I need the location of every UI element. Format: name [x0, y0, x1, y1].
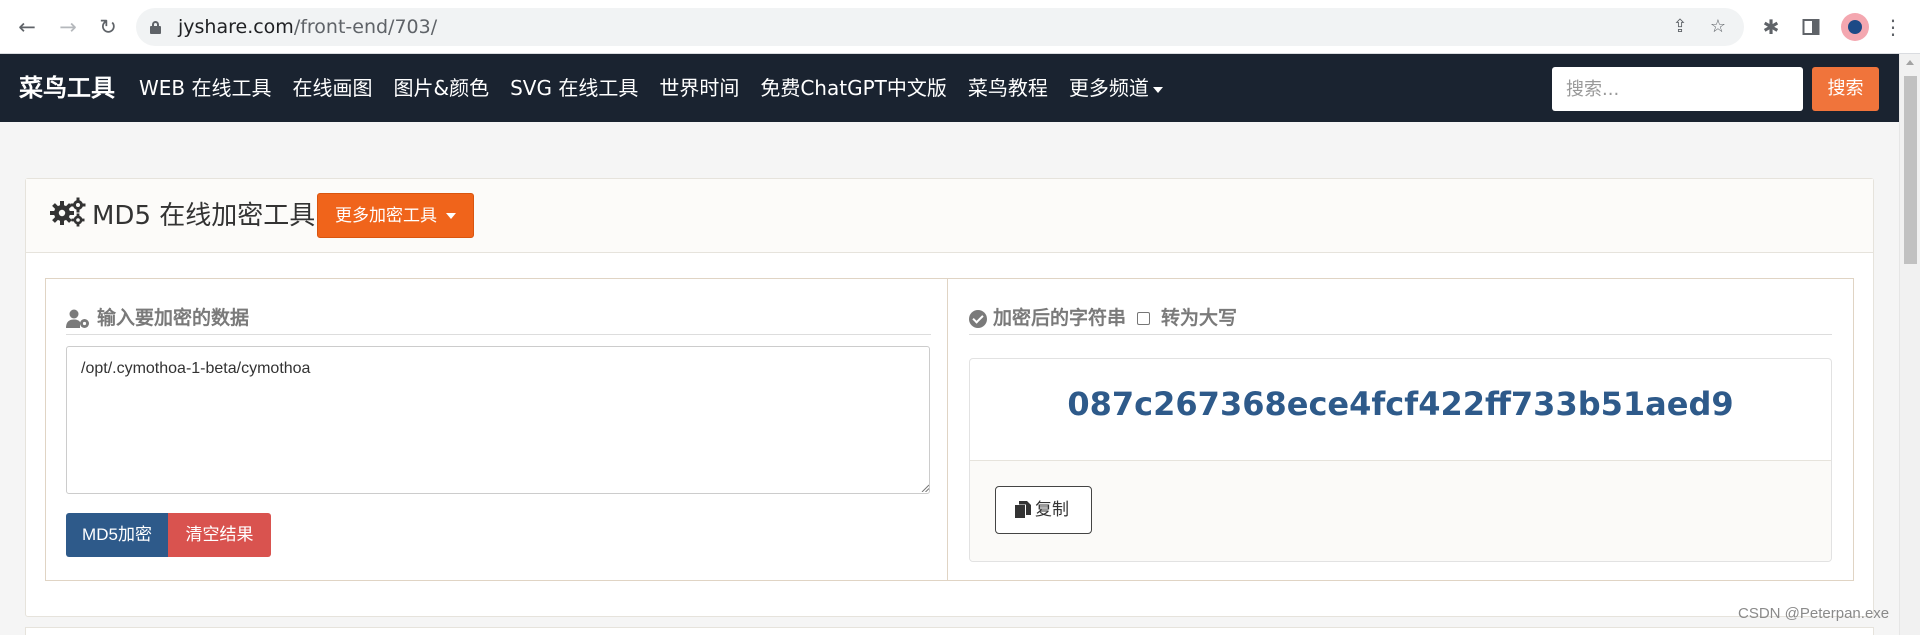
uppercase-label[interactable]: 转为大写 — [1161, 301, 1237, 335]
nav-links: WEB 在线工具 在线画图 图片&颜色 SVG 在线工具 世界时间 免费Chat… — [139, 54, 1184, 122]
uppercase-checkbox[interactable] — [1137, 312, 1150, 325]
nav-link-drawing[interactable]: 在线画图 — [293, 54, 373, 122]
more-channels-label: 更多频道 — [1068, 76, 1149, 100]
next-panel-edge — [25, 627, 1874, 635]
input-column: 输入要加密的数据 /opt/.cymothoa-1-beta/cymothoa … — [46, 279, 948, 580]
browser-menu-icon[interactable]: ⋮ — [1880, 14, 1906, 40]
site-search-input[interactable] — [1552, 67, 1803, 111]
nav-link-chatgpt[interactable]: 免费ChatGPT中文版 — [760, 54, 947, 122]
output-heading-label: 加密后的字符串 — [993, 307, 1127, 329]
result-box: 087c267368ece4fcf422ff733b51aed9 复制 — [969, 358, 1832, 562]
site-navbar: 菜鸟工具 WEB 在线工具 在线画图 图片&颜色 SVG 在线工具 世界时间 免… — [0, 54, 1899, 122]
url-path: /front-end/703/ — [293, 16, 438, 38]
tool-body: 输入要加密的数据 /opt/.cymothoa-1-beta/cymothoa … — [45, 278, 1854, 581]
scroll-up-arrow-icon[interactable] — [1906, 60, 1914, 65]
more-tools-label: 更多加密工具 — [335, 206, 437, 226]
url-domain: jyshare.com — [178, 16, 294, 38]
extensions-puzzle-icon[interactable]: ✱ — [1758, 14, 1784, 40]
nav-link-svg-tools[interactable]: SVG 在线工具 — [510, 54, 638, 122]
user-gear-icon — [66, 309, 89, 328]
result-footer: 复制 — [970, 460, 1831, 561]
scrollbar-thumb[interactable] — [1904, 76, 1917, 264]
forward-arrow-icon[interactable]: → — [55, 14, 81, 40]
side-panel-icon[interactable] — [1798, 14, 1824, 40]
bookmark-star-icon[interactable]: ☆ — [1708, 17, 1728, 37]
nav-link-web-tools[interactable]: WEB 在线工具 — [139, 54, 272, 122]
browser-toolbar: ← → ↻ jyshare.com/front-end/703/ ⇪ ☆ ✱ ⋮ — [0, 0, 1920, 54]
copy-icon — [1015, 501, 1031, 518]
nav-link-images-colors[interactable]: 图片&颜色 — [394, 54, 490, 122]
md5-hash-output: 087c267368ece4fcf422ff733b51aed9 — [1067, 385, 1734, 423]
lock-icon[interactable] — [150, 21, 161, 34]
input-data-textarea[interactable]: /opt/.cymothoa-1-beta/cymothoa — [66, 346, 930, 494]
copy-button-label: 复制 — [1035, 500, 1069, 520]
nav-link-more-channels[interactable]: 更多频道 — [1069, 54, 1163, 122]
caret-down-icon — [446, 213, 456, 219]
site-search-button[interactable]: 搜索 — [1812, 67, 1879, 111]
caret-down-icon — [1152, 86, 1163, 93]
panel-header: MD5 在线加密工具 更多加密工具 — [26, 179, 1873, 253]
watermark-text: CSDN @Peterpan.exe — [1738, 605, 1890, 622]
address-bar[interactable]: jyshare.com/front-end/703/ ⇪ ☆ — [136, 8, 1744, 46]
profile-avatar[interactable] — [1841, 13, 1869, 41]
gears-icon — [50, 197, 86, 227]
md5-tool-panel: MD5 在线加密工具 更多加密工具 输入要加密的数据 /opt/.cymotho… — [25, 178, 1874, 617]
url-text[interactable]: jyshare.com/front-end/703/ — [178, 8, 437, 46]
reload-icon[interactable]: ↻ — [95, 14, 121, 40]
copy-button[interactable]: 复制 — [995, 486, 1092, 534]
input-heading: 输入要加密的数据 — [66, 301, 931, 335]
output-column: 加密后的字符串 转为大写 087c267368ece4fcf422ff733b5… — [949, 279, 1853, 580]
nav-link-world-time[interactable]: 世界时间 — [659, 54, 739, 122]
md5-encrypt-button[interactable]: MD5加密 — [66, 513, 168, 557]
resize-grip-icon[interactable] — [921, 484, 929, 492]
page-scrollbar[interactable] — [1899, 54, 1920, 635]
page-title: MD5 在线加密工具 — [92, 201, 316, 231]
site-logo[interactable]: 菜鸟工具 — [19, 54, 115, 122]
clear-result-button[interactable]: 清空结果 — [168, 513, 271, 557]
check-circle-icon — [969, 310, 987, 328]
share-icon[interactable]: ⇪ — [1670, 17, 1690, 37]
output-heading: 加密后的字符串 转为大写 — [969, 301, 1832, 335]
input-heading-label: 输入要加密的数据 — [97, 307, 250, 329]
nav-link-tutorial[interactable]: 菜鸟教程 — [968, 54, 1048, 122]
back-arrow-icon[interactable]: ← — [14, 14, 40, 40]
more-encrypt-tools-dropdown[interactable]: 更多加密工具 — [317, 193, 474, 238]
